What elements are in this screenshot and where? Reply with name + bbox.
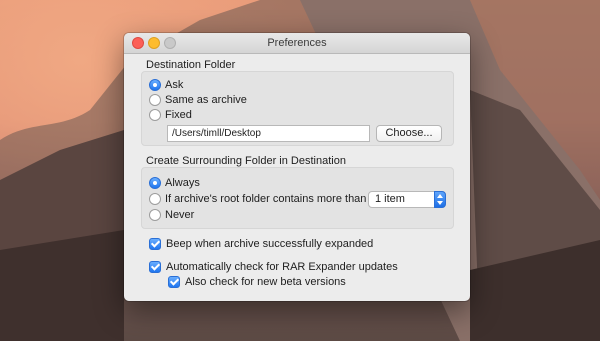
radio-never-button[interactable] — [149, 209, 161, 221]
beta-label: Also check for new beta versions — [185, 276, 346, 288]
radio-always-button[interactable] — [149, 177, 161, 189]
item-count-value: 1 item — [375, 193, 405, 205]
radio-ask[interactable]: Ask — [149, 79, 183, 91]
auto-update-checkbox[interactable] — [149, 261, 161, 273]
surrounding-heading: Create Surrounding Folder in Destination — [146, 155, 346, 167]
preferences-window: Preferences Destination Folder Ask Same … — [124, 33, 470, 301]
radio-fixed[interactable]: Fixed — [149, 109, 192, 121]
radio-never-label: Never — [165, 209, 195, 221]
popup-arrows-icon — [434, 191, 446, 208]
radio-same-as-archive-button[interactable] — [149, 94, 161, 106]
window-title: Preferences — [267, 37, 327, 49]
radio-fixed-label: Fixed — [165, 109, 192, 121]
radio-if-root-contains-button[interactable] — [149, 193, 161, 205]
choose-button[interactable]: Choose... — [376, 125, 442, 142]
radio-always[interactable]: Always — [149, 177, 200, 189]
item-count-popup[interactable]: 1 item — [368, 191, 446, 208]
radio-same-as-archive-label: Same as archive — [165, 94, 247, 106]
radio-fixed-button[interactable] — [149, 109, 161, 121]
destination-path-field[interactable] — [167, 125, 370, 142]
radio-ask-button[interactable] — [149, 79, 161, 91]
destination-heading: Destination Folder — [146, 59, 236, 71]
beep-checkbox[interactable] — [149, 238, 161, 250]
beep-checkbox-row[interactable]: Beep when archive successfully expanded — [149, 238, 373, 250]
radio-if-root-contains-label: If archive's root folder contains more t… — [165, 193, 367, 205]
radio-ask-label: Ask — [165, 79, 184, 91]
radio-always-label: Always — [165, 177, 200, 189]
auto-update-checkbox-row[interactable]: Automatically check for RAR Expander upd… — [149, 261, 398, 273]
beta-checkbox-row[interactable]: Also check for new beta versions — [168, 276, 346, 288]
beep-label: Beep when archive successfully expanded — [166, 238, 374, 250]
auto-update-label: Automatically check for RAR Expander upd… — [166, 261, 398, 273]
radio-if-root-contains[interactable]: If archive's root folder contains more t… — [149, 193, 366, 205]
radio-same-as-archive[interactable]: Same as archive — [149, 94, 247, 106]
beta-checkbox[interactable] — [168, 276, 180, 288]
title-bar[interactable]: Preferences — [124, 33, 470, 54]
radio-never[interactable]: Never — [149, 209, 194, 221]
